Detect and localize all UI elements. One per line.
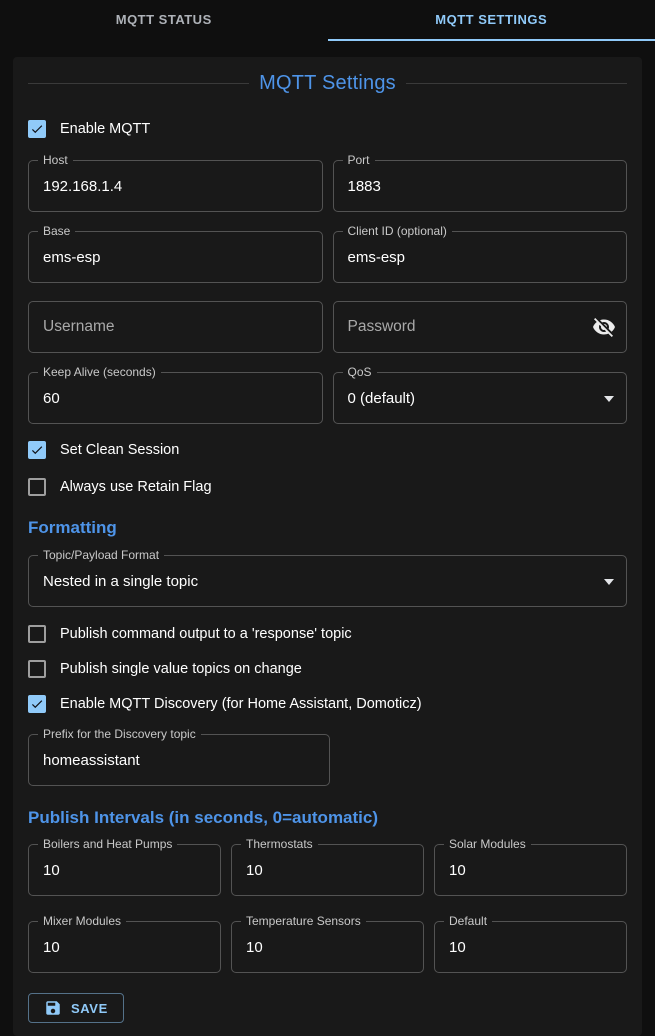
field-label: Port — [343, 153, 375, 167]
field-value: 10 — [449, 939, 466, 956]
divider-right — [406, 83, 627, 84]
mixer-interval-field[interactable]: Mixer Modules 10 — [28, 921, 221, 973]
host-port-row: Host 192.168.1.4 Port 1883 — [28, 160, 627, 212]
field-label: Keep Alive (seconds) — [38, 365, 161, 379]
save-button[interactable]: SAVE — [28, 993, 124, 1023]
page-title: MQTT Settings — [259, 72, 396, 95]
field-placeholder: Username — [43, 318, 115, 336]
field-label: Mixer Modules — [38, 914, 126, 928]
checkbox-label: Enable MQTT — [60, 121, 150, 137]
save-icon — [44, 999, 62, 1017]
section-heading-formatting: Formatting — [28, 518, 627, 540]
sensors-interval-field[interactable]: Temperature Sensors 10 — [231, 921, 424, 973]
thermostats-interval-field[interactable]: Thermostats 10 — [231, 844, 424, 896]
selected-value: Nested in a single topic — [43, 573, 198, 590]
field-value: 10 — [246, 939, 263, 956]
checkbox-label: Publish command output to a 'response' t… — [60, 626, 352, 642]
boilers-interval-field[interactable]: Boilers and Heat Pumps 10 — [28, 844, 221, 896]
client-id-field[interactable]: Client ID (optional) ems-esp — [333, 231, 628, 283]
caret-down-icon — [604, 396, 614, 407]
tab-mqtt-settings[interactable]: MQTT SETTINGS — [328, 0, 655, 41]
page-title-row: MQTT Settings — [28, 71, 627, 95]
field-value: homeassistant — [43, 752, 140, 769]
intervals-row-1: Boilers and Heat Pumps 10 Thermostats 10… — [28, 844, 627, 896]
default-interval-field[interactable]: Default 10 — [434, 921, 627, 973]
checkbox-mqtt-discovery[interactable]: Enable MQTT Discovery (for Home Assistan… — [28, 692, 627, 716]
field-label: Boilers and Heat Pumps — [38, 837, 177, 851]
tab-mqtt-status[interactable]: MQTT STATUS — [0, 0, 328, 41]
field-value: 192.168.1.4 — [43, 178, 122, 195]
checkbox-icon[interactable] — [28, 478, 46, 496]
solar-interval-field[interactable]: Solar Modules 10 — [434, 844, 627, 896]
check-icon — [30, 121, 44, 137]
intervals-row-2: Mixer Modules 10 Temperature Sensors 10 … — [28, 921, 627, 973]
field-label: Host — [38, 153, 73, 167]
field-value: 60 — [43, 390, 60, 407]
keepalive-qos-row: Keep Alive (seconds) 60 QoS 0 (default) — [28, 372, 627, 424]
checkbox-label: Enable MQTT Discovery (for Home Assistan… — [60, 696, 422, 712]
checkbox-clean-session[interactable]: Set Clean Session — [28, 438, 627, 462]
checkbox-label: Publish single value topics on change — [60, 661, 302, 677]
field-label: Base — [38, 224, 75, 238]
field-value: ems-esp — [348, 249, 406, 266]
field-label: Solar Modules — [444, 837, 531, 851]
field-value: 10 — [43, 939, 60, 956]
save-button-label: SAVE — [71, 1001, 108, 1016]
selected-value: 0 (default) — [348, 390, 416, 407]
field-label: Thermostats — [241, 837, 318, 851]
checkbox-icon[interactable] — [28, 660, 46, 678]
field-value: 10 — [43, 862, 60, 879]
checkbox-publish-response[interactable]: Publish command output to a 'response' t… — [28, 622, 627, 646]
field-label: Topic/Payload Format — [38, 548, 164, 562]
divider-left — [28, 83, 249, 84]
visibility-off-icon[interactable] — [592, 315, 616, 339]
field-value: 10 — [449, 862, 466, 879]
field-value: ems-esp — [43, 249, 101, 266]
base-client-row: Base ems-esp Client ID (optional) ems-es… — [28, 231, 627, 283]
checkbox-icon[interactable] — [28, 120, 46, 138]
checkbox-publish-single[interactable]: Publish single value topics on change — [28, 657, 627, 681]
username-field[interactable]: Username — [28, 301, 323, 353]
port-field[interactable]: Port 1883 — [333, 160, 628, 212]
mqtt-settings-card: MQTT Settings Enable MQTT Host 192.168.1… — [13, 57, 642, 1036]
section-heading-intervals: Publish Intervals (in seconds, 0=automat… — [28, 808, 627, 830]
topic-format-select[interactable]: Topic/Payload Format Nested in a single … — [28, 555, 627, 607]
checkbox-icon[interactable] — [28, 695, 46, 713]
field-placeholder: Password — [348, 318, 416, 336]
field-label: QoS — [343, 365, 377, 379]
base-field[interactable]: Base ems-esp — [28, 231, 323, 283]
qos-select[interactable]: QoS 0 (default) — [333, 372, 628, 424]
checkbox-icon[interactable] — [28, 441, 46, 459]
checkbox-icon[interactable] — [28, 625, 46, 643]
password-field[interactable]: Password — [333, 301, 628, 353]
checkbox-enable-mqtt[interactable]: Enable MQTT — [28, 117, 627, 141]
checkbox-label: Always use Retain Flag — [60, 479, 212, 495]
check-icon — [30, 442, 44, 458]
credentials-row: Username Password — [28, 301, 627, 353]
field-label: Client ID (optional) — [343, 224, 452, 238]
tab-bar: MQTT STATUS MQTT SETTINGS — [0, 0, 655, 41]
checkbox-retain-flag[interactable]: Always use Retain Flag — [28, 475, 627, 499]
field-label: Temperature Sensors — [241, 914, 366, 928]
field-label: Prefix for the Discovery topic — [38, 727, 201, 741]
keep-alive-field[interactable]: Keep Alive (seconds) 60 — [28, 372, 323, 424]
checkbox-label: Set Clean Session — [60, 442, 179, 458]
field-value: 1883 — [348, 178, 381, 195]
discovery-prefix-field[interactable]: Prefix for the Discovery topic homeassis… — [28, 734, 330, 786]
host-field[interactable]: Host 192.168.1.4 — [28, 160, 323, 212]
field-value: 10 — [246, 862, 263, 879]
caret-down-icon — [604, 579, 614, 590]
check-icon — [30, 696, 44, 712]
field-label: Default — [444, 914, 492, 928]
